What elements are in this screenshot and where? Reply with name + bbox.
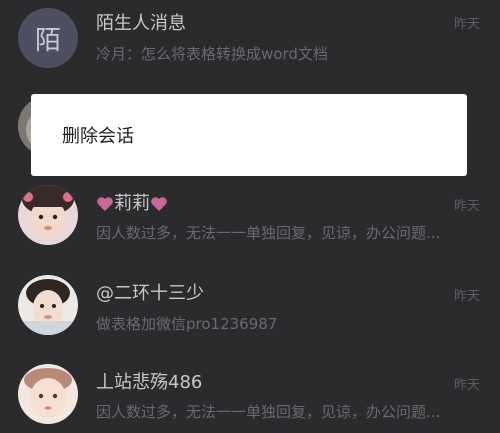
- heart-icon: [151, 197, 167, 211]
- conversation-row-stranger-messages[interactable]: 陌 陌生人消息 昨天 冷月：怎么将表格转换成word文档: [0, 0, 500, 90]
- avatar-image: [18, 364, 78, 424]
- conversation-row-shangzhan[interactable]: 丄站悲殇486 昨天 因人数过多，无法一一单独回复，见谅，办公问题...: [0, 362, 500, 433]
- avatar-image: [18, 185, 78, 245]
- conversation-preview: 因人数过多，无法一一单独回复，见谅，办公问题...: [96, 224, 441, 242]
- conversation-name: 丄站悲殇486: [96, 372, 203, 393]
- avatar: [18, 364, 78, 424]
- heart-icon: [97, 197, 113, 211]
- conversation-preview: 冷月：怎么将表格转换成word文档: [96, 45, 328, 63]
- conversation-name: 莉莉: [96, 189, 168, 215]
- conversation-list-screen: 陌 陌生人消息 昨天 冷月：怎么将表格转换成word文档 莉莉 昨天 因人数过多…: [0, 0, 500, 433]
- conversation-row-erhuan[interactable]: @二环十三少 昨天 做表格加微信pro1236987: [0, 273, 500, 363]
- conversation-preview: 因人数过多，无法一一单独回复，见谅，办公问题...: [96, 403, 441, 421]
- delete-conversation-button[interactable]: 删除会话: [62, 122, 134, 148]
- conversation-name: @二环十三少: [96, 283, 204, 304]
- avatar-image: [18, 275, 78, 335]
- conversation-row-lili[interactable]: 莉莉 昨天 因人数过多，无法一一单独回复，见谅，办公问题...: [0, 183, 500, 273]
- conversation-time: 昨天: [453, 378, 480, 393]
- conversation-time: 昨天: [453, 289, 480, 304]
- conversation-name-text: 莉莉: [114, 193, 150, 214]
- conversation-name: 陌生人消息: [96, 13, 186, 34]
- avatar: 陌: [18, 8, 78, 68]
- conversation-preview: 做表格加微信pro1236987: [96, 315, 278, 333]
- context-menu-dialog: 删除会话: [31, 94, 467, 176]
- avatar: [18, 275, 78, 335]
- conversation-time: 昨天: [453, 199, 480, 214]
- avatar: [18, 185, 78, 245]
- conversation-time: 昨天: [453, 17, 480, 32]
- avatar-letter: 陌: [34, 25, 61, 56]
